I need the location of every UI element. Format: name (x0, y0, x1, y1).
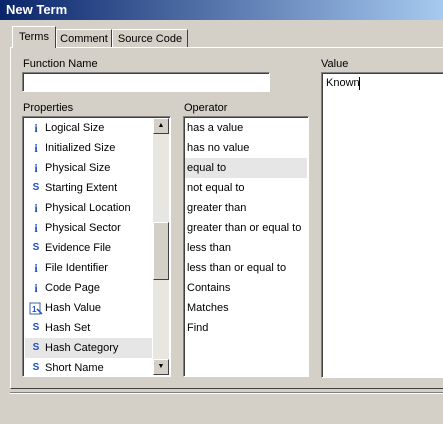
string-type-icon: S (32, 322, 40, 333)
title-bar: New Term (0, 0, 443, 20)
operator-item[interactable]: equal to (185, 158, 307, 178)
terms-panel: Function Name Properties i Logical Size i I… (10, 47, 443, 389)
operator-item[interactable]: less than or equal to (187, 258, 286, 278)
integer-type-icon: i (34, 121, 38, 135)
property-item[interactable]: S Hash Category (25, 338, 152, 358)
operator-item[interactable]: Matches (187, 298, 229, 318)
text-cursor (359, 77, 360, 90)
value-textarea[interactable]: Known (321, 72, 443, 378)
operator-item[interactable]: Find (187, 318, 208, 338)
string-type-icon: S (32, 182, 40, 193)
property-item[interactable]: S Hash Set (25, 318, 152, 338)
property-label: Code Page (45, 282, 101, 294)
integer-type-icon: i (34, 161, 38, 175)
property-label: Short Name (45, 362, 104, 374)
property-label: Logical Size (45, 122, 105, 134)
operator-item[interactable]: not equal to (187, 178, 245, 198)
property-item[interactable]: 1 Hash Value (25, 298, 152, 318)
property-label: Evidence File (45, 242, 112, 254)
property-label: Hash Value (45, 302, 102, 314)
property-label: Initialized Size (45, 142, 116, 154)
integer-type-icon: i (34, 281, 38, 295)
property-item[interactable]: i Physical Size (25, 158, 152, 178)
value-text: Known (326, 77, 360, 89)
property-item[interactable]: i Physical Sector (25, 218, 152, 238)
property-label: Hash Set (45, 322, 91, 334)
property-item[interactable]: S Evidence File (25, 238, 152, 258)
property-item[interactable]: i File Identifier (25, 258, 152, 278)
integer-type-icon: i (34, 201, 38, 215)
scroll-thumb[interactable] (153, 222, 169, 280)
property-item[interactable]: i Initialized Size (25, 138, 152, 158)
property-label: Hash Category (45, 342, 119, 354)
scroll-up-button[interactable]: ▲ (153, 118, 169, 134)
function-name-input[interactable] (22, 72, 270, 92)
property-label: File Identifier (45, 262, 108, 274)
operator-item[interactable]: less than (187, 238, 231, 258)
property-item[interactable]: S Starting Extent (25, 178, 152, 198)
scroll-down-button[interactable]: ▼ (153, 359, 169, 375)
property-item[interactable]: i Code Page (25, 278, 152, 298)
svg-text:1: 1 (32, 305, 37, 314)
integer-type-icon: i (34, 141, 38, 155)
property-item[interactable]: i Logical Size (25, 118, 152, 138)
function-name-label: Function Name (23, 58, 98, 70)
operator-label: Operator (184, 102, 228, 114)
property-item[interactable]: i Physical Location (25, 198, 152, 218)
properties-scrollbar[interactable]: ▲ ▼ (153, 118, 169, 375)
operator-item[interactable]: has a value (187, 118, 243, 138)
string-type-icon: S (32, 362, 40, 373)
tab-comment[interactable]: Comment (56, 29, 112, 48)
operator-list[interactable]: has a value has no value equal to not equal… (183, 116, 309, 377)
integer-type-icon: i (34, 261, 38, 275)
properties-list[interactable]: i Logical Size i Initialized Size i Physical … (22, 116, 171, 377)
operator-item[interactable]: has no value (187, 138, 249, 158)
property-label: Physical Size (45, 162, 111, 174)
string-type-icon: S (32, 242, 40, 253)
operator-item[interactable]: Contains (187, 278, 230, 298)
property-item[interactable]: S Short Name (25, 358, 152, 376)
property-label: Physical Sector (45, 222, 121, 234)
tab-source-code[interactable]: Source Code (112, 29, 188, 48)
tab-terms[interactable]: Terms (12, 26, 56, 48)
operator-item[interactable]: greater than or equal to (187, 218, 301, 238)
divider-highlight (10, 393, 443, 394)
operator-item[interactable]: greater than (187, 198, 246, 218)
properties-label: Properties (23, 102, 74, 114)
string-type-icon: S (32, 342, 40, 353)
property-label: Physical Location (45, 202, 131, 214)
integer-type-icon: i (34, 221, 38, 235)
value-label: Value (321, 58, 349, 70)
window-title: New Term (6, 2, 68, 17)
property-label: Starting Extent (45, 182, 118, 194)
